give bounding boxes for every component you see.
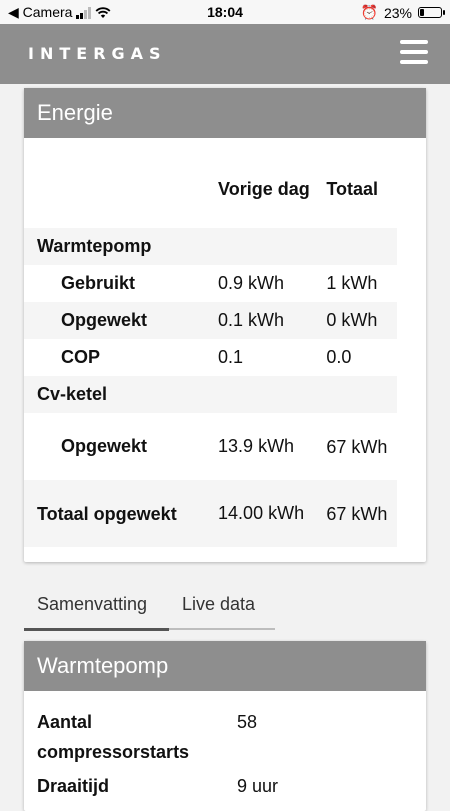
intergas-logo[interactable]: INTERGAS <box>28 44 167 63</box>
tab-bar: Samenvatting Live data <box>24 585 275 631</box>
row-label: Aantal compressorstarts <box>37 712 190 762</box>
status-bar: ◀ Camera 18:04 ⏰ 23% <box>0 0 450 24</box>
row-value-prev: 14.00 kWh <box>218 480 327 547</box>
row-value-prev: 13.9 kWh <box>218 436 295 456</box>
battery-percentage: 23% <box>383 4 412 21</box>
section-row-cv-ketel: Cv-ketel <box>24 376 397 413</box>
table-row: COP 0.1 0.0 <box>24 339 397 376</box>
row-value-total: 0 kWh <box>326 302 397 339</box>
row-value-total: 1 kWh <box>326 273 378 293</box>
tab-samenvatting[interactable]: Samenvatting <box>24 585 169 631</box>
energie-table: Vorige dag Totaal Warmtepomp Gebruikt 0.… <box>24 150 397 547</box>
row-label: Totaal opgewekt <box>24 480 219 547</box>
row-value-prev: 0.1 kWh <box>218 302 327 339</box>
row-label: COP <box>61 347 101 367</box>
battery-icon <box>418 7 445 18</box>
row-label: Opgewekt <box>61 436 148 456</box>
section-label-cv-ketel: Cv-ketel <box>24 376 219 413</box>
warmtepomp-card: Warmtepomp Aantal compressorstarts 58 Dr… <box>24 641 426 811</box>
table-row: Draaitijd 9 uur <box>24 767 278 801</box>
row-value-prev: 0.9 kWh <box>218 273 285 293</box>
energie-card: Energie Vorige dag Totaal Warmtepomp Geb… <box>24 88 426 562</box>
battery-level <box>420 9 424 16</box>
row-value-total: 67 kWh <box>326 436 388 457</box>
section-row-warmtepomp: Warmtepomp <box>24 228 397 265</box>
column-header-totaal: Totaal <box>326 178 379 199</box>
table-row-total: Totaal opgewekt 14.00 kWh 67 kWh <box>24 480 397 547</box>
row-label: Opgewekt <box>24 302 219 339</box>
table-row: Opgewekt 13.9 kWh 67 kWh <box>24 413 397 480</box>
table-header-row: Vorige dag Totaal <box>24 150 397 228</box>
row-value-prev: 0.1 <box>218 347 244 367</box>
table-row: Aantal compressorstarts 58 <box>24 701 278 767</box>
row-value-total: 0.0 <box>326 347 352 367</box>
section-label-warmtepomp: Warmtepomp <box>24 228 219 265</box>
hamburger-menu-icon[interactable] <box>400 40 428 68</box>
table-row: Opgewekt 0.1 kWh 0 kWh <box>24 302 397 339</box>
row-label: Gebruikt <box>61 273 136 293</box>
status-right: ⏰ 23% <box>360 4 445 21</box>
row-value-total: 67 kWh <box>326 480 397 547</box>
tab-live-data[interactable]: Live data <box>169 585 275 630</box>
row-value: 9 uur <box>237 776 279 796</box>
row-value: 58 <box>237 712 258 732</box>
alarm-icon: ⏰ <box>360 4 378 20</box>
warmtepomp-table: Aantal compressorstarts 58 Draaitijd 9 u… <box>24 701 278 801</box>
warmtepomp-card-title: Warmtepomp <box>24 641 426 691</box>
energie-card-title: Energie <box>24 88 426 138</box>
app-header: INTERGAS <box>0 24 450 84</box>
table-row: Gebruikt 0.9 kWh 1 kWh <box>24 265 397 302</box>
row-label: Draaitijd <box>37 776 110 796</box>
column-header-vorige-dag: Vorige dag <box>218 179 310 199</box>
